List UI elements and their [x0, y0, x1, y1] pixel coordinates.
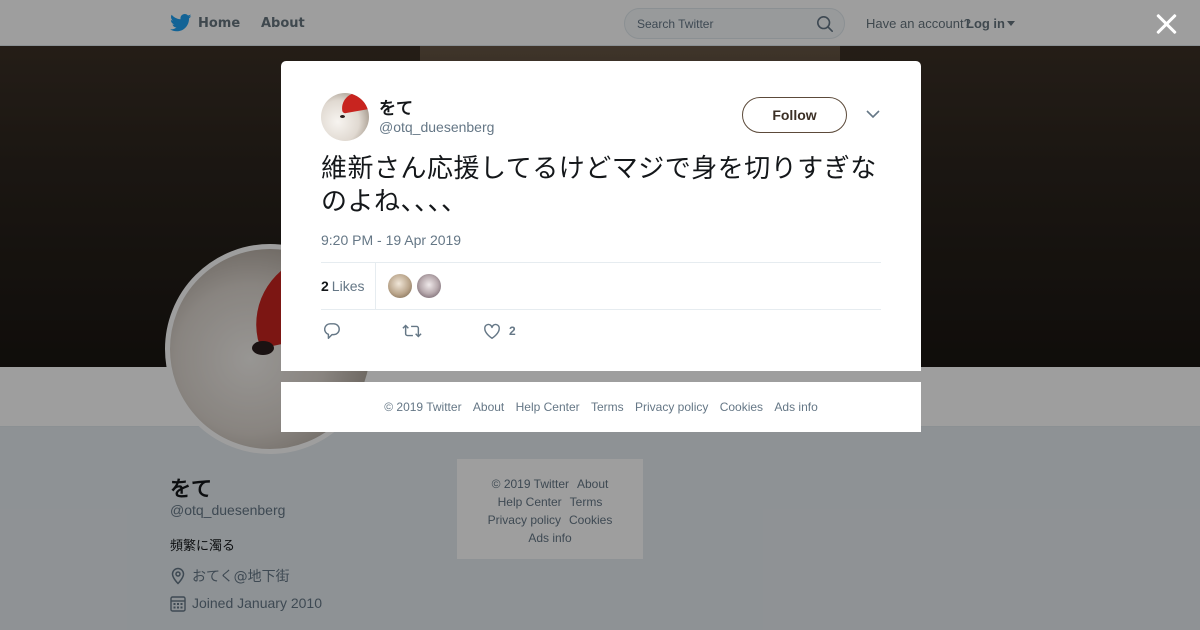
avatar-eye-shape: [340, 115, 345, 118]
likes-count: 2: [321, 278, 329, 294]
footer-cookies[interactable]: Cookies: [720, 400, 763, 414]
likes-stat[interactable]: 2 Likes: [321, 278, 364, 294]
tweet-author-name[interactable]: をて: [379, 94, 413, 119]
tweet-timestamp[interactable]: 9:20 PM - 19 Apr 2019: [321, 232, 461, 248]
footer-help-center[interactable]: Help Center: [516, 400, 580, 414]
liker-avatar[interactable]: [388, 274, 412, 298]
modal-footer: © 2019 Twitter About Help Center Terms P…: [281, 382, 921, 432]
chevron-down-icon[interactable]: [866, 109, 880, 119]
likes-label: Likes: [331, 278, 365, 294]
tweet-modal: をて @otq_duesenberg Follow 維新さん応援してるけどマジで…: [281, 61, 921, 371]
retweet-button[interactable]: [402, 320, 422, 342]
avatar-hat-shape: [339, 93, 369, 114]
footer-copyright: © 2019 Twitter: [384, 400, 462, 414]
retweet-icon: [402, 324, 422, 338]
follow-button[interactable]: Follow: [742, 97, 847, 133]
footer-ads-info[interactable]: Ads info: [774, 400, 817, 414]
close-icon[interactable]: [1153, 11, 1179, 37]
tweet-author-handle[interactable]: @otq_duesenberg: [379, 119, 494, 135]
footer-privacy-policy[interactable]: Privacy policy: [635, 400, 708, 414]
tweet-author-avatar[interactable]: [321, 93, 369, 141]
tweet-stats: 2 Likes: [321, 262, 881, 310]
reply-button[interactable]: [323, 320, 341, 342]
footer-about[interactable]: About: [473, 400, 504, 414]
tweet-actions: 2: [321, 320, 621, 344]
footer-terms[interactable]: Terms: [591, 400, 624, 414]
stats-divider: [375, 263, 376, 309]
reply-icon: [324, 323, 340, 339]
like-button[interactable]: 2: [483, 320, 516, 342]
liker-avatar[interactable]: [417, 274, 441, 298]
heart-icon: [484, 323, 500, 339]
like-action-count: 2: [509, 324, 516, 338]
tweet-text: 維新さん応援してるけどマジで身を切りすぎなのよね、、、、: [321, 154, 877, 217]
